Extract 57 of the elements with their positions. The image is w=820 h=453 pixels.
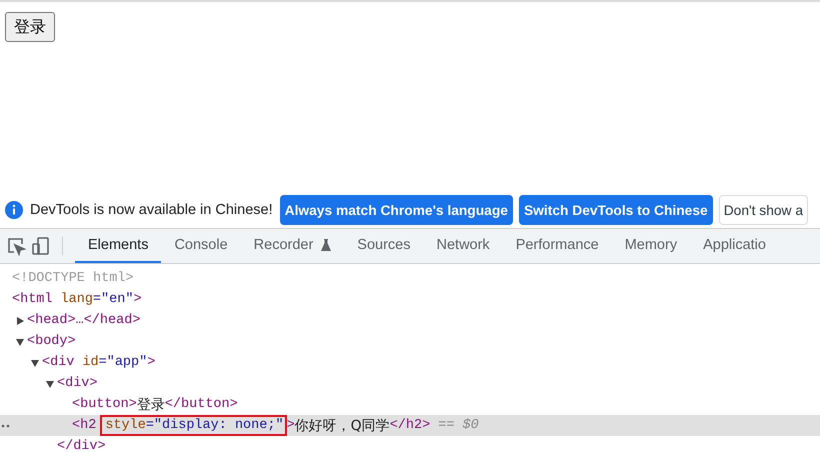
tag-name: <h2 bbox=[72, 418, 96, 433]
element-text: 登录 bbox=[136, 396, 165, 414]
panel-tab[interactable]: Memory bbox=[612, 229, 690, 263]
attribute-punctuation: " bbox=[139, 355, 148, 370]
tag-name: > bbox=[147, 355, 156, 370]
expanded-arrow-icon[interactable] bbox=[31, 358, 39, 366]
info-message: DevTools is now available in Chinese! bbox=[30, 202, 273, 218]
attribute-punctuation: " bbox=[125, 292, 134, 307]
panel-tab[interactable]: Recorder bbox=[240, 229, 344, 263]
attribute-name: id bbox=[82, 355, 99, 370]
info-icon bbox=[5, 201, 23, 219]
tag-name: > bbox=[286, 418, 295, 433]
collapsed-arrow-icon[interactable] bbox=[16, 316, 24, 324]
attribute-name: style bbox=[105, 418, 146, 433]
tag-name: > bbox=[133, 292, 142, 307]
login-button[interactable]: 登录 bbox=[5, 12, 55, 42]
panel-tab[interactable]: Console bbox=[161, 229, 241, 263]
panel-tab[interactable]: Applicatio bbox=[690, 229, 779, 263]
dom-row[interactable]: <div> bbox=[0, 373, 820, 394]
tag-name: <button> bbox=[72, 397, 137, 412]
info-button[interactable]: Always match Chrome's language bbox=[280, 195, 513, 225]
selected-row[interactable]: <h2 style="display: none;" >你好呀，Q同学</h2> == $0 bbox=[0, 415, 820, 436]
info-button[interactable]: Switch DevTools to Chinese bbox=[518, 195, 713, 225]
panel-tab[interactable]: Elements bbox=[75, 229, 162, 263]
inspect-icon[interactable] bbox=[6, 236, 26, 256]
attribute-value: en bbox=[109, 292, 126, 307]
node-reference: == $0 bbox=[438, 418, 479, 433]
attribute-punctuation: =" bbox=[146, 418, 162, 433]
tag-name: <div bbox=[42, 355, 74, 370]
tag-name: <div> bbox=[57, 376, 98, 391]
attribute-punctuation: " bbox=[275, 418, 284, 433]
attribute-value: display: none; bbox=[162, 418, 276, 433]
expanded-arrow-icon[interactable] bbox=[46, 380, 54, 388]
dom-row[interactable]: <head>…</head> bbox=[0, 310, 820, 331]
doctype-text: <!DOCTYPE html> bbox=[12, 271, 134, 286]
dismiss-button[interactable]: Don't show a bbox=[718, 195, 808, 225]
attribute-punctuation: =" bbox=[98, 355, 115, 370]
tag-name: </button> bbox=[164, 397, 238, 412]
dom-row[interactable]: <html lang="en"> bbox=[0, 289, 820, 310]
tag-name: </h2> bbox=[390, 418, 430, 433]
attribute-punctuation: =" bbox=[92, 292, 110, 307]
dom-row[interactable]: <div id="app"> bbox=[0, 352, 820, 373]
element-text: 你好呀，Q同学 bbox=[294, 416, 390, 434]
dom-row[interactable]: <button>登录</button> bbox=[0, 394, 820, 415]
tag-name: <head>…</head> bbox=[27, 313, 140, 328]
device-icon[interactable] bbox=[31, 236, 51, 256]
panel-tab[interactable]: Performance bbox=[502, 229, 612, 263]
attribute-name: lang bbox=[60, 292, 93, 307]
attribute-value: app bbox=[114, 355, 140, 370]
tag-name: </div> bbox=[57, 439, 106, 453]
tag-name: <body> bbox=[27, 334, 76, 349]
more-icon[interactable] bbox=[1, 424, 11, 428]
panel-tab[interactable]: Network bbox=[424, 229, 503, 263]
tag-name: <html bbox=[12, 292, 53, 307]
expanded-arrow-icon[interactable] bbox=[16, 338, 24, 346]
dom-row[interactable]: <body> bbox=[0, 331, 820, 352]
panel-tab[interactable]: Sources bbox=[344, 229, 424, 263]
